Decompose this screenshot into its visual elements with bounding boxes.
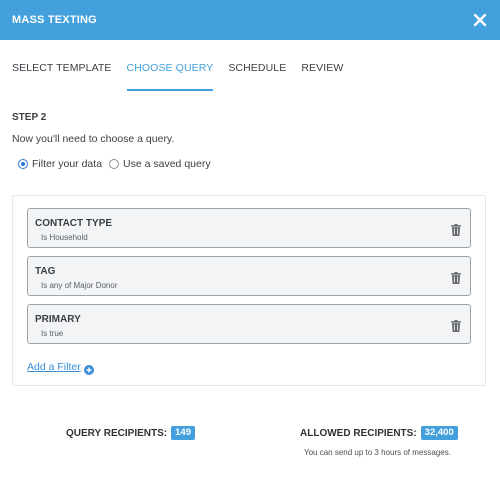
trash-icon[interactable] xyxy=(451,223,461,236)
tab-schedule[interactable]: SCHEDULE xyxy=(228,62,286,91)
filter-name: CONTACT TYPE xyxy=(35,218,113,229)
modal-title: MASS TEXTING xyxy=(12,14,97,26)
filter-value: Is Household xyxy=(41,233,88,242)
add-filter-button[interactable]: Add a Filter xyxy=(27,361,94,375)
query-recipients: QUERY RECIPIENTS: 149 xyxy=(66,426,195,440)
allowed-recipients-badge: 32,400 xyxy=(420,426,458,440)
allowed-recipients-label: ALLOWED RECIPIENTS: xyxy=(300,427,417,439)
saved-query-label: Use a saved query xyxy=(123,158,211,170)
trash-icon[interactable] xyxy=(451,271,461,284)
step-label: STEP 2 xyxy=(12,112,47,123)
filter-card-contact-type[interactable]: CONTACT TYPE Is Household xyxy=(27,208,471,248)
filter-data-label: Filter your data xyxy=(32,158,103,170)
query-recipients-badge: 149 xyxy=(171,426,195,440)
close-icon[interactable] xyxy=(472,12,488,28)
filter-panel: CONTACT TYPE Is Household TAG Is any of … xyxy=(12,195,486,386)
radio-unchecked-icon[interactable] xyxy=(109,159,120,169)
step-description: Now you'll need to choose a query. xyxy=(12,133,175,145)
add-filter-link[interactable]: Add a Filter xyxy=(27,361,81,373)
tab-review[interactable]: REVIEW xyxy=(301,62,343,91)
filter-value: Is any of Major Donor xyxy=(41,281,118,290)
filter-card-primary[interactable]: PRIMARY Is true xyxy=(27,304,471,344)
radio-checked-icon[interactable] xyxy=(18,159,28,169)
allowed-recipients: ALLOWED RECIPIENTS: 32,400 xyxy=(300,426,458,440)
trash-icon[interactable] xyxy=(451,319,461,332)
wizard-tabs: SELECT TEMPLATE CHOOSE QUERY SCHEDULE RE… xyxy=(12,62,358,91)
tab-select-template[interactable]: SELECT TEMPLATE xyxy=(12,62,112,91)
query-recipients-label: QUERY RECIPIENTS: xyxy=(66,427,168,439)
filter-name: TAG xyxy=(35,266,56,277)
filter-name: PRIMARY xyxy=(35,314,81,325)
tab-choose-query[interactable]: CHOOSE QUERY xyxy=(126,62,214,91)
filter-card-tag[interactable]: TAG Is any of Major Donor xyxy=(27,256,471,296)
filter-value: Is true xyxy=(41,329,64,338)
filter-data-radio[interactable]: Filter your data xyxy=(18,158,102,170)
allowed-recipients-note: You can send up to 3 hours of messages. xyxy=(304,448,451,457)
plus-circle-icon[interactable] xyxy=(83,362,94,375)
saved-query-radio[interactable]: Use a saved query xyxy=(109,158,211,170)
query-mode-group: Filter your data Use a saved query xyxy=(18,158,218,170)
modal-header: MASS TEXTING xyxy=(0,0,500,40)
